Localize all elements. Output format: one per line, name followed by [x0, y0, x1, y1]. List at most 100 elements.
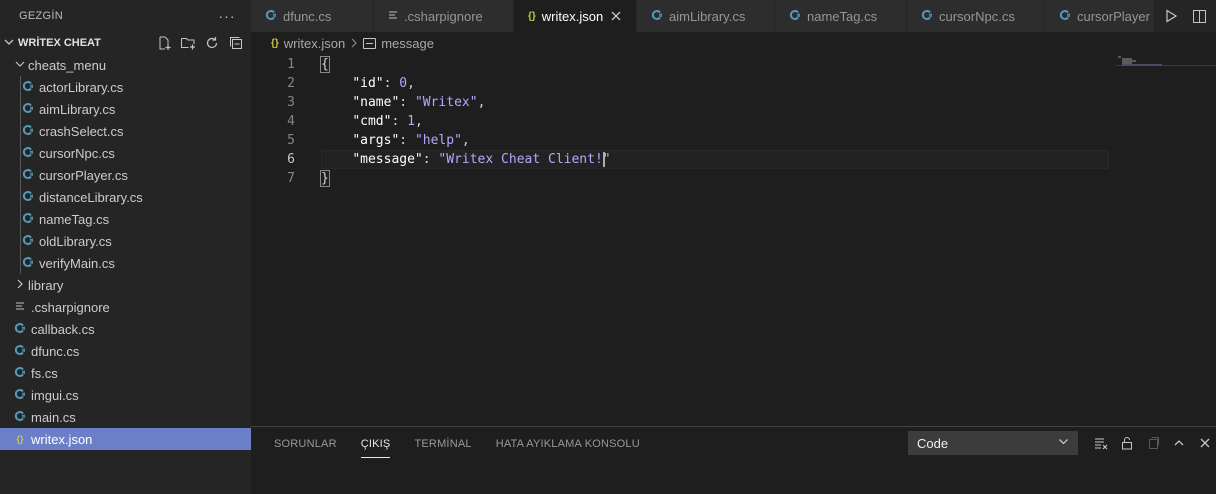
chevron-down-icon — [12, 59, 28, 72]
lock-icon[interactable] — [1116, 432, 1138, 454]
code-token: , — [414, 114, 423, 129]
tab-label: dfunc.cs — [283, 8, 332, 24]
line-number: 2 — [287, 76, 295, 91]
tree-file[interactable]: .csharpignore — [0, 296, 251, 318]
json-file-icon: {} — [16, 434, 24, 444]
tree-file[interactable]: imgui.cs — [0, 384, 251, 406]
new-folder-icon[interactable] — [179, 34, 197, 52]
tree-file[interactable]: fs.cs — [0, 362, 251, 384]
new-file-icon[interactable] — [155, 34, 173, 52]
tree-item-label: callback.cs — [31, 321, 95, 337]
tab-writex-json[interactable]: {} writex.json — [514, 0, 637, 32]
close-icon[interactable] — [611, 8, 621, 24]
tree-file[interactable]: crashSelect.cs — [0, 120, 251, 142]
tree-item-label: writex.json — [31, 431, 93, 447]
more-actions-icon[interactable]: ··· — [213, 8, 241, 24]
chevron-right-icon — [350, 36, 358, 51]
tab-label: nameTag.cs — [807, 8, 878, 24]
refresh-icon[interactable] — [203, 34, 221, 52]
tree-item-label: .csharpignore — [31, 299, 110, 315]
split-editor-icon[interactable] — [1188, 5, 1210, 27]
code-token: : — [422, 152, 439, 167]
csharp-file-icon — [20, 146, 36, 161]
tree-item-label: main.cs — [31, 409, 76, 425]
code-token: : — [399, 133, 415, 148]
tab-csharpignore[interactable]: .csharpignore — [374, 0, 514, 32]
tree-item-label: fs.cs — [31, 365, 58, 381]
tree-file[interactable]: aimLibrary.cs — [0, 98, 251, 120]
code-token: "cmd" — [352, 114, 392, 129]
tree-file[interactable]: main.cs — [0, 406, 251, 428]
ignore-file-icon — [388, 10, 398, 23]
code-text: "cmd": 1, — [321, 114, 423, 129]
panel-tab[interactable]: SORUNLAR — [274, 427, 337, 461]
minimap[interactable] — [1116, 54, 1216, 426]
tree-file[interactable]: actorLibrary.cs — [0, 76, 251, 98]
code-token: "args" — [352, 133, 400, 148]
code-token: "id" — [352, 76, 384, 91]
csharp-file-icon — [20, 124, 36, 139]
tree-file[interactable]: oldLibrary.cs — [0, 230, 251, 252]
csharp-file-icon — [12, 366, 28, 381]
tree-file[interactable]: {} writex.json — [0, 428, 251, 450]
tab-aimlibrary-cs[interactable]: aimLibrary.cs — [637, 0, 775, 32]
csharp-file-icon — [921, 9, 933, 24]
tree-item-label: cheats_menu — [28, 57, 107, 73]
json-file-icon: {} — [271, 37, 279, 49]
tab-label: writex.json — [541, 8, 604, 24]
tab-label: aimLibrary.cs — [669, 8, 746, 24]
tree-file[interactable]: distanceLibrary.cs — [0, 186, 251, 208]
tree-folder[interactable]: library — [0, 274, 251, 296]
tree-file[interactable]: cursorPlayer.cs — [0, 164, 251, 186]
tree-file[interactable]: callback.cs — [0, 318, 251, 340]
minimap-line — [1122, 64, 1162, 66]
breadcrumb-symbol[interactable]: message — [381, 36, 434, 51]
tab-label: .csharpignore — [404, 8, 483, 24]
tree-item-label: library — [28, 277, 64, 293]
clear-output-icon[interactable] — [1090, 432, 1112, 454]
panel-tab[interactable]: ÇIKIŞ — [360, 427, 391, 461]
code-text: "id": 0, — [321, 76, 415, 91]
tree-file[interactable]: nameTag.cs — [0, 208, 251, 230]
line-number: 6 — [287, 152, 295, 167]
code-token: "Writex" — [414, 95, 478, 110]
tree-item-label: imgui.cs — [31, 387, 79, 403]
csharp-file-icon — [20, 168, 36, 183]
tree-file[interactable]: cursorNpc.cs — [0, 142, 251, 164]
collapse-all-icon[interactable] — [227, 34, 245, 52]
code-line: 6 "message": "Writex Cheat Client!" — [251, 150, 1216, 169]
tree-folder[interactable]: cheats_menu — [0, 54, 251, 76]
symbol-string-icon — [363, 37, 377, 49]
code-editor[interactable]: 1{2 "id": 0, 3 "name": "Writex", 4 "cmd": … — [251, 54, 1216, 426]
run-icon[interactable] — [1160, 5, 1182, 27]
panel-tab[interactable]: TERMİNAL — [414, 427, 471, 461]
code-text: "args": "help", — [321, 133, 469, 148]
tree-item-label: oldLibrary.cs — [39, 233, 112, 249]
code-token: 1 — [407, 114, 415, 129]
tree-file[interactable]: verifyMain.cs — [0, 252, 251, 274]
tab-cursornpc-cs[interactable]: cursorNpc.cs — [907, 0, 1045, 32]
line-number: 5 — [287, 133, 295, 148]
code-text: } — [320, 170, 330, 187]
output-channel-select[interactable]: Code — [908, 431, 1078, 455]
panel-tab[interactable]: HATA AYIKLAMA KONSOLU — [496, 427, 640, 461]
csharp-file-icon — [12, 410, 28, 425]
file-tree: cheats_menu actorLibrary.cs aimLibrary.cs c… — [0, 54, 251, 450]
maximize-panel-icon[interactable] — [1168, 432, 1190, 454]
code-line: 3 "name": "Writex", — [251, 93, 1216, 112]
tab-dfunc-cs[interactable]: dfunc.cs — [251, 0, 374, 32]
ignore-file-icon — [12, 301, 28, 314]
code-token: "Writex Cheat Client! — [438, 152, 603, 167]
tree-item-label: cursorPlayer.cs — [39, 167, 128, 183]
tab-nametag-cs[interactable]: nameTag.cs — [775, 0, 907, 32]
tree-file[interactable]: dfunc.cs — [0, 340, 251, 362]
editor-actions — [1154, 0, 1216, 32]
code-token: : — [399, 95, 415, 110]
workspace-section-header[interactable]: WRİTEX CHEAT — [0, 32, 251, 54]
tree-item-label: verifyMain.cs — [39, 255, 115, 271]
close-panel-icon[interactable] — [1194, 432, 1216, 454]
chevron-right-icon — [12, 279, 28, 292]
code-token: " — [602, 152, 611, 167]
breadcrumb-file[interactable]: writex.json — [284, 36, 345, 51]
code-line: 1{ — [251, 55, 1216, 74]
